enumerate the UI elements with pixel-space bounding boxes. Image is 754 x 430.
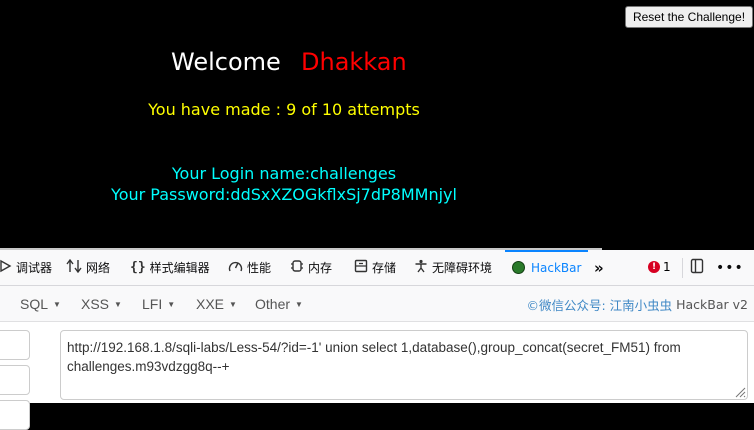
- debugger-icon: [0, 259, 12, 277]
- toolbar-separator: [682, 258, 683, 278]
- tab-style-editor-label: 样式编辑器: [149, 261, 210, 275]
- load-url-button[interactable]: [0, 330, 30, 360]
- tab-hackbar[interactable]: HackBar: [512, 250, 581, 285]
- performance-icon: [228, 259, 243, 277]
- memory-icon: [290, 259, 304, 277]
- split-url-button[interactable]: [0, 365, 30, 395]
- xss-menu-label: XSS: [81, 296, 110, 312]
- hackbar-toolbar: SQL ▼ XSS ▼ LFI ▼ XXE ▼ Other ▼ ©微信公众号: 江南小虫虫…: [0, 286, 754, 322]
- tab-style-editor[interactable]: {} 样式编辑器: [130, 250, 210, 285]
- login-name-text: Your Login name:challenges: [171, 164, 397, 183]
- caret-down-icon: ▼: [167, 299, 176, 309]
- error-count: 1: [663, 260, 671, 274]
- tab-memory[interactable]: 内存: [290, 250, 332, 285]
- caret-down-icon: ▼: [53, 299, 61, 309]
- xxe-menu[interactable]: XXE ▼: [196, 286, 237, 322]
- hackbar-content: http://192.168.1.8/sqli-labs/Less-54/?id…: [0, 322, 754, 430]
- web-page: Reset the Challenge! Welcome Dhakkan You…: [0, 0, 754, 250]
- tab-accessibility[interactable]: 无障碍环境: [414, 250, 492, 285]
- xxe-menu-label: XXE: [196, 296, 225, 312]
- welcome-username: Dhakkan: [301, 48, 407, 76]
- sql-menu-label: SQL: [20, 296, 49, 312]
- devtools-tab-bar: 调试器 网络 {} 样式编辑器 性能 内存 存储 无障碍环境 HackBar »…: [0, 250, 754, 286]
- storage-icon: [354, 259, 368, 277]
- caret-down-icon: ▼: [114, 299, 122, 309]
- dock-side-icon: [690, 258, 704, 277]
- network-icon: [66, 258, 82, 277]
- other-menu[interactable]: Other ▼: [255, 286, 303, 322]
- devtools-menu-button[interactable]: •••: [716, 250, 744, 285]
- tab-accessibility-label: 无障碍环境: [432, 261, 493, 275]
- xss-menu[interactable]: XSS ▼: [81, 286, 122, 322]
- tab-memory-label: 内存: [308, 261, 333, 275]
- tab-performance-label: 性能: [247, 261, 272, 275]
- other-menu-label: Other: [255, 296, 291, 312]
- tab-network[interactable]: 网络: [66, 250, 110, 285]
- tab-performance[interactable]: 性能: [228, 250, 271, 285]
- more-tabs-button[interactable]: »: [594, 250, 604, 285]
- execute-button[interactable]: [0, 400, 30, 430]
- devtools-panel: 调试器 网络 {} 样式编辑器 性能 内存 存储 无障碍环境 HackBar »…: [0, 250, 754, 430]
- lfi-menu-label: LFI: [142, 296, 163, 312]
- hackbar-logo-icon: [512, 261, 525, 274]
- tab-storage-label: 存储: [372, 261, 397, 275]
- tab-hackbar-label: HackBar: [531, 260, 582, 275]
- attempts-counter: You have made : 9 of 10 attempts: [148, 100, 420, 119]
- dock-side-button[interactable]: [690, 250, 704, 285]
- active-tab-indicator: [505, 250, 588, 252]
- url-input[interactable]: http://192.168.1.8/sqli-labs/Less-54/?id…: [60, 330, 748, 400]
- error-icon: !: [648, 261, 660, 273]
- ellipsis-icon: •••: [716, 259, 744, 276]
- hackbar-credit: ©微信公众号: 江南小虫虫 HackBar v2: [526, 286, 748, 322]
- sql-menu[interactable]: SQL ▼: [20, 286, 61, 322]
- caret-down-icon: ▼: [295, 299, 303, 309]
- caret-down-icon: ▼: [229, 299, 237, 309]
- tab-storage[interactable]: 存储: [354, 250, 396, 285]
- double-chevron-right-icon: »: [594, 258, 604, 277]
- tab-debugger[interactable]: 调试器: [0, 250, 52, 285]
- error-count-badge[interactable]: ! 1: [648, 260, 671, 274]
- accessibility-icon: [414, 259, 428, 277]
- password-text: Your Password:ddSxXZOGkflxSj7dP8MMnjyl: [111, 185, 457, 204]
- tab-debugger-label: 调试器: [16, 261, 53, 275]
- welcome-text: Welcome: [171, 48, 281, 76]
- reset-challenge-button[interactable]: Reset the Challenge!: [625, 6, 753, 28]
- style-editor-icon: {}: [130, 260, 146, 275]
- tab-network-label: 网络: [86, 261, 111, 275]
- lfi-menu[interactable]: LFI ▼: [142, 286, 175, 322]
- credit-public-account: ©微信公众号: 江南小虫虫: [526, 297, 673, 313]
- credit-version: HackBar v2: [676, 296, 748, 312]
